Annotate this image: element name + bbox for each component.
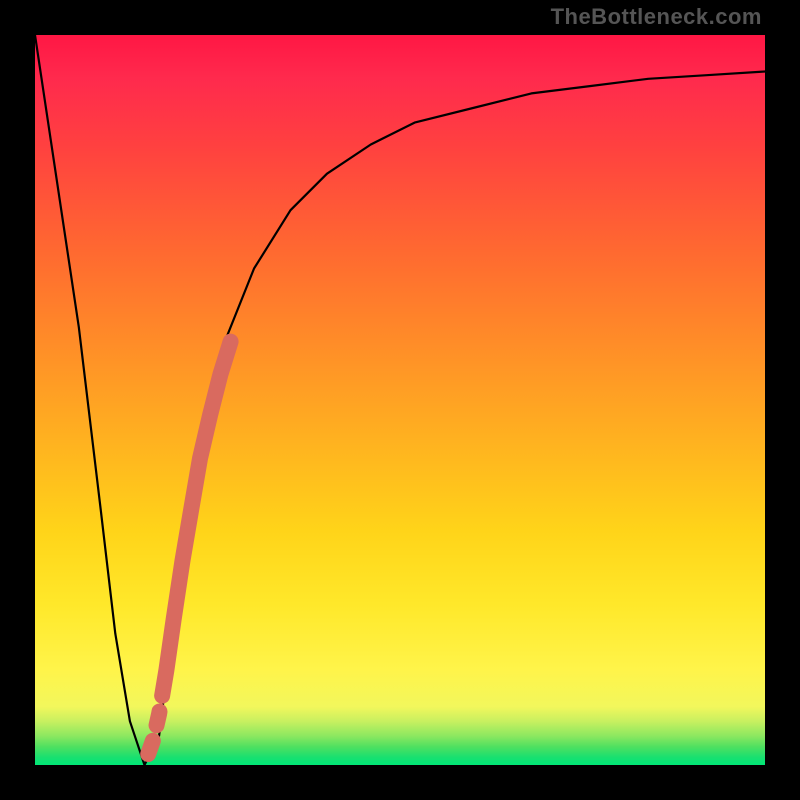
curve-layer — [35, 35, 765, 765]
bottleneck-curve — [35, 35, 765, 765]
highlight-range — [148, 342, 230, 754]
watermark-text: TheBottleneck.com — [551, 4, 762, 30]
chart-frame: TheBottleneck.com — [0, 0, 800, 800]
plot-area — [35, 35, 765, 765]
